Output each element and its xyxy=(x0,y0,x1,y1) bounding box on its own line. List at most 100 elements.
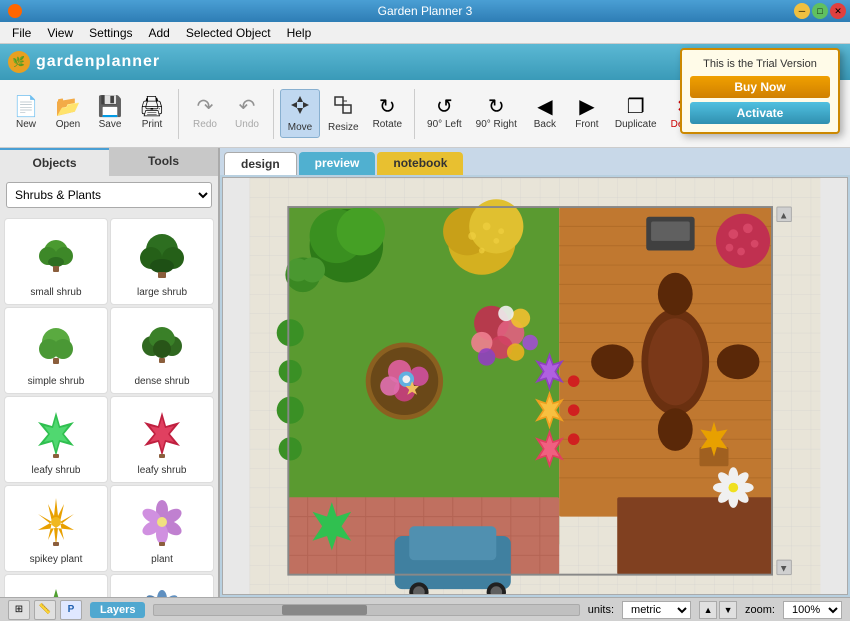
open-icon: 📂 xyxy=(56,97,81,117)
redo-label: Redo xyxy=(193,119,217,130)
undo-icon: ↶ xyxy=(239,97,256,117)
large-shrub-icon xyxy=(132,225,192,285)
pin-button[interactable]: P xyxy=(60,600,82,620)
duplicate-icon: ❐ xyxy=(627,97,645,117)
menu-settings[interactable]: Settings xyxy=(81,24,140,42)
duplicate-button[interactable]: ❐ Duplicate xyxy=(609,93,663,134)
garden-canvas[interactable]: ▲ ▼ xyxy=(222,177,848,595)
zoom-select[interactable]: 100% 50% 75% 150% 200% xyxy=(783,601,842,619)
plant-item-3[interactable]: plant xyxy=(110,574,214,597)
menu-help[interactable]: Help xyxy=(279,24,320,42)
save-icon: 💾 xyxy=(98,97,123,117)
spikey-plant-label: spikey plant xyxy=(30,554,83,565)
duplicate-label: Duplicate xyxy=(615,119,657,130)
save-button[interactable]: 💾 Save xyxy=(90,93,130,134)
simple-shrub-label: simple shrub xyxy=(28,376,85,387)
logo-icon: 🌿 xyxy=(8,51,30,73)
plant-1-icon xyxy=(132,492,192,552)
tab-preview[interactable]: preview xyxy=(299,152,376,175)
simple-shrub-icon xyxy=(26,314,86,374)
leafy-shrub-red-label: leafy shrub xyxy=(138,465,187,476)
svg-text:▼: ▼ xyxy=(779,564,789,575)
redo-button[interactable]: ↷ Redo xyxy=(185,93,225,134)
save-label: Save xyxy=(99,119,122,130)
large-shrub-label: large shrub xyxy=(137,287,187,298)
menu-bar: File View Settings Add Selected Object H… xyxy=(0,22,850,44)
rot90l-button[interactable]: ↺ 90° Left xyxy=(421,93,468,134)
window-controls[interactable]: ─ □ ✕ xyxy=(794,3,846,19)
left-panel: Objects Tools Shrubs & Plants small shru… xyxy=(0,148,220,597)
resize-button[interactable]: Resize xyxy=(322,90,365,137)
print-button[interactable]: 🖨 Print xyxy=(132,93,172,134)
small-shrub-label: small shrub xyxy=(30,287,81,298)
plant-item-large-shrub[interactable]: large shrub xyxy=(110,218,214,305)
back-icon: ◀ xyxy=(537,97,552,117)
menu-add[interactable]: Add xyxy=(141,24,178,42)
plant-item-dense-shrub[interactable]: dense shrub xyxy=(110,307,214,394)
minimize-button[interactable]: ─ xyxy=(794,3,810,19)
redo-icon: ↷ xyxy=(197,97,214,117)
leafy-shrub-green-icon xyxy=(26,403,86,463)
app-title: Garden Planner 3 xyxy=(378,4,473,18)
zoom-label: zoom: xyxy=(745,604,775,616)
toolbar-sep-2 xyxy=(273,89,274,139)
dense-shrub-icon xyxy=(132,314,192,374)
menu-selected-object[interactable]: Selected Object xyxy=(178,24,279,42)
open-label: Open xyxy=(56,119,80,130)
plant-item-2[interactable]: plant xyxy=(4,574,108,597)
rot90r-button[interactable]: ↻ 90° Right xyxy=(470,93,523,134)
tab-notebook[interactable]: notebook xyxy=(377,152,463,175)
toolbar-sep-3 xyxy=(414,89,415,139)
units-label: units: xyxy=(588,604,614,616)
move-button[interactable]: Move xyxy=(280,89,320,138)
menu-file[interactable]: File xyxy=(4,24,39,42)
tab-objects[interactable]: Objects xyxy=(0,148,109,176)
rot90r-icon: ↻ xyxy=(488,97,505,117)
undo-button[interactable]: ↶ Undo xyxy=(227,93,267,134)
new-label: New xyxy=(16,119,36,130)
menu-view[interactable]: View xyxy=(39,24,81,42)
plant-item-leafy-green[interactable]: leafy shrub xyxy=(4,396,108,483)
move-icon xyxy=(289,94,311,120)
new-button[interactable]: 📄 New xyxy=(6,93,46,134)
rotate-icon: ↻ xyxy=(379,97,396,117)
horizontal-scrollbar[interactable] xyxy=(153,604,579,616)
units-select[interactable]: metric imperial xyxy=(622,601,691,619)
back-button[interactable]: ◀ Back xyxy=(525,93,565,134)
small-shrub-icon xyxy=(26,225,86,285)
rot90l-label: 90° Left xyxy=(427,119,462,130)
main-area: Objects Tools Shrubs & Plants small shru… xyxy=(0,148,850,597)
back-label: Back xyxy=(534,119,556,130)
grid-view-button[interactable]: ⊞ xyxy=(8,600,30,620)
tab-tools[interactable]: Tools xyxy=(109,148,218,176)
buy-now-button[interactable]: Buy Now xyxy=(690,76,830,98)
plant-item-spikey[interactable]: spikey plant xyxy=(4,485,108,572)
plant-item-1[interactable]: plant xyxy=(110,485,214,572)
close-button[interactable]: ✕ xyxy=(830,3,846,19)
units-down-arrow[interactable]: ▼ xyxy=(719,601,737,619)
units-nav: ▲ ▼ xyxy=(699,601,737,619)
tab-design[interactable]: design xyxy=(224,152,297,175)
front-label: Front xyxy=(575,119,598,130)
plant-item-simple-shrub[interactable]: simple shrub xyxy=(4,307,108,394)
plant-2-icon xyxy=(26,581,86,597)
leafy-shrub-red-icon xyxy=(132,403,192,463)
activate-button[interactable]: Activate xyxy=(690,102,830,124)
title-bar: Garden Planner 3 ─ □ ✕ xyxy=(0,0,850,22)
category-select[interactable]: Shrubs & Plants xyxy=(6,182,212,208)
plant-item-leafy-red[interactable]: leafy shrub xyxy=(110,396,214,483)
toolbar: 📄 New 📂 Open 💾 Save 🖨 Print ↷ Redo ↶ Und… xyxy=(0,80,850,148)
scroll-thumb[interactable] xyxy=(282,605,367,615)
plant-item-small-shrub[interactable]: small shrub xyxy=(4,218,108,305)
open-button[interactable]: 📂 Open xyxy=(48,93,88,134)
panel-tabs: Objects Tools xyxy=(0,148,218,176)
ruler-button[interactable]: 📏 xyxy=(34,600,56,620)
rot90l-icon: ↺ xyxy=(436,97,453,117)
maximize-button[interactable]: □ xyxy=(812,3,828,19)
print-icon: 🖨 xyxy=(139,97,164,117)
front-icon: ▶ xyxy=(579,97,594,117)
layers-button[interactable]: Layers xyxy=(90,602,145,618)
front-button[interactable]: ▶ Front xyxy=(567,93,607,134)
rotate-button[interactable]: ↻ Rotate xyxy=(367,93,408,134)
units-up-arrow[interactable]: ▲ xyxy=(699,601,717,619)
